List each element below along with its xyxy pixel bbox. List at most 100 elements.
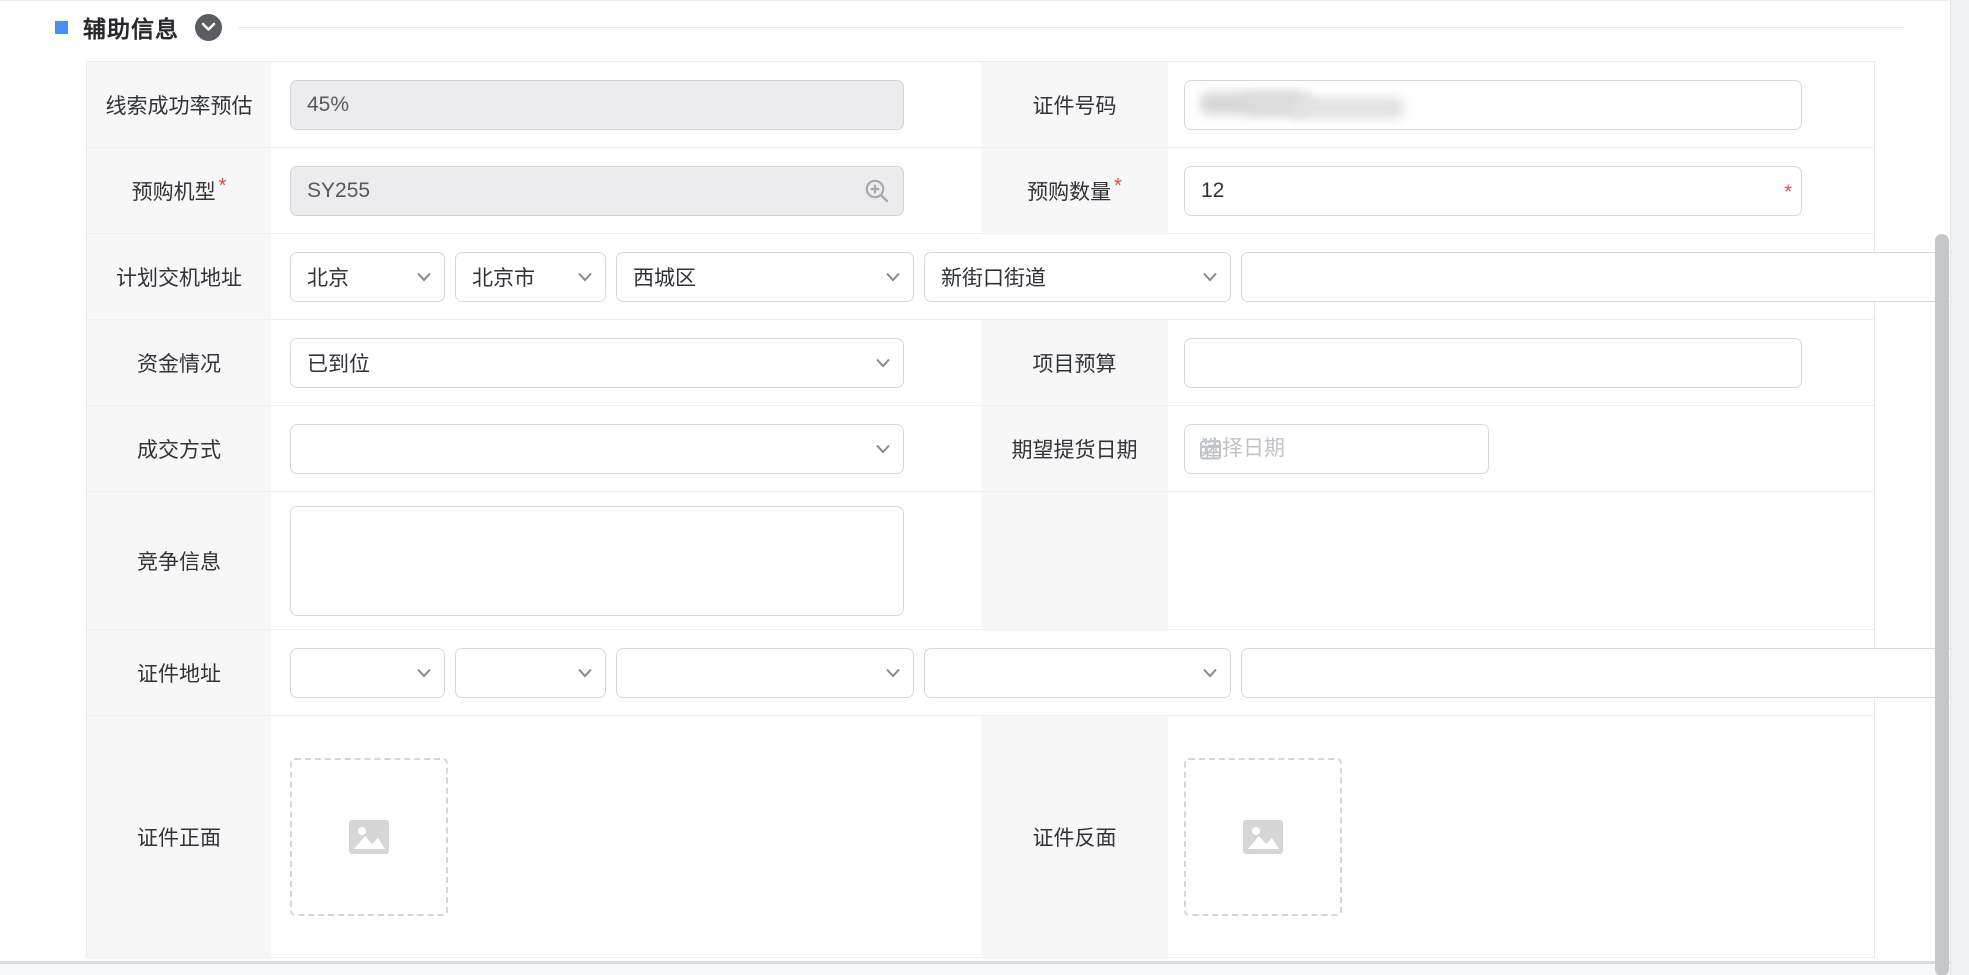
field-content [271, 148, 981, 233]
clue-success-rate-input[interactable] [290, 80, 904, 130]
chevron-down-icon [885, 272, 901, 282]
chevron-down-icon [885, 668, 901, 678]
field-content: * [1168, 148, 1874, 233]
id-address-province-select[interactable] [290, 648, 445, 698]
funding-select[interactable]: 已到位 [290, 338, 904, 388]
field-label-pickup-date: 期望提货日期 [981, 406, 1168, 491]
select-value: 北京 [307, 262, 349, 292]
right-gutter [1950, 1, 1969, 975]
section-title: 辅助信息 [83, 10, 179, 44]
field-label-funding: 资金情况 [87, 320, 271, 405]
delivery-district-select[interactable]: 西城区 [616, 252, 914, 302]
field-content: 北京 北京市 西城区 新街口街道 [271, 234, 1874, 319]
inline-required-asterisk: * [1784, 181, 1792, 204]
field-label-delivery-address: 计划交机地址 [87, 234, 271, 319]
field-label-project-budget: 项目预算 [981, 320, 1168, 405]
select-value: 西城区 [633, 262, 696, 292]
zoom-in-magnifier-icon[interactable] [862, 176, 892, 206]
label-text: 期望提货日期 [1012, 434, 1138, 464]
chevron-down-icon [577, 668, 593, 678]
required-asterisk: * [1114, 175, 1122, 198]
select-value: 北京市 [472, 262, 535, 292]
project-budget-input[interactable] [1184, 338, 1802, 388]
id-address-detail-input[interactable] [1241, 648, 1969, 698]
prebuy-qty-input[interactable] [1184, 166, 1802, 216]
id-back-upload[interactable] [1184, 758, 1342, 916]
image-placeholder-icon [349, 820, 389, 854]
form-row: 预购机型* 预购数量* * [87, 148, 1874, 234]
form-row: 线索成功率预估 证件号码 [87, 62, 1874, 148]
auxiliary-info-panel: 辅助信息 线索成功率预估 证件号码 [0, 0, 1969, 975]
required-asterisk: * [219, 175, 227, 198]
label-text: 证件正面 [137, 822, 221, 852]
delivery-address-detail-input[interactable] [1241, 252, 1969, 302]
field-label-id-front: 证件正面 [87, 716, 271, 957]
field-content: 已到位 [271, 320, 981, 405]
label-text: 证件号码 [1033, 90, 1117, 120]
deal-method-select[interactable] [290, 424, 904, 474]
label-text: 资金情况 [137, 348, 221, 378]
header-divider [238, 27, 1905, 28]
image-placeholder-icon [1243, 820, 1283, 854]
field-label-id-address: 证件地址 [87, 630, 271, 715]
section-header: 辅助信息 [55, 3, 1905, 51]
field-content [1168, 320, 1874, 405]
id-address-city-select[interactable] [455, 648, 606, 698]
chevron-down-icon [875, 358, 891, 368]
field-label-competition-info: 竞争信息 [87, 492, 271, 629]
chevron-down-icon [875, 444, 891, 454]
field-content [271, 62, 981, 147]
field-label-clue-success-rate: 线索成功率预估 [87, 62, 271, 147]
label-text: 计划交机地址 [116, 262, 242, 292]
form-row: 资金情况 已到位 项目预算 [87, 320, 1874, 406]
field-content [271, 630, 1874, 715]
form-table: 线索成功率预估 证件号码 预购机型* [86, 61, 1875, 958]
label-text: 项目预算 [1033, 348, 1117, 378]
form-row: 计划交机地址 北京 北京市 西城区 新街口街道 [87, 234, 1874, 320]
field-label-id-back: 证件反面 [981, 716, 1168, 957]
label-text: 预购数量 [1027, 176, 1111, 206]
field-label-id-number: 证件号码 [981, 62, 1168, 147]
delivery-city-select[interactable]: 北京市 [455, 252, 606, 302]
id-front-upload[interactable] [290, 758, 448, 916]
field-label-deal-method: 成交方式 [87, 406, 271, 491]
section-marker-icon [55, 21, 68, 34]
collapse-section-button[interactable] [195, 14, 222, 41]
field-content [1168, 406, 1874, 491]
form-row: 竞争信息 [87, 492, 1874, 630]
chevron-down-icon [416, 272, 432, 282]
delivery-street-select[interactable]: 新街口街道 [924, 252, 1231, 302]
vertical-scrollbar-thumb[interactable] [1935, 234, 1949, 975]
field-label-prebuy-qty: 预购数量* [981, 148, 1168, 233]
redacted-value-blur [1292, 97, 1404, 119]
label-text: 竞争信息 [137, 546, 221, 576]
empty-content-cell [1168, 492, 1874, 629]
id-address-district-select[interactable] [616, 648, 914, 698]
form-row: 成交方式 期望提货日期 [87, 406, 1874, 492]
label-text: 成交方式 [137, 434, 221, 464]
expected-pickup-date-input[interactable] [1184, 424, 1489, 474]
field-content [1168, 62, 1874, 147]
label-text: 证件反面 [1033, 822, 1117, 852]
field-content [1168, 716, 1874, 957]
prebuy-model-input[interactable] [290, 166, 904, 216]
field-label-prebuy-model: 预购机型* [87, 148, 271, 233]
below-card-area [0, 964, 1950, 975]
chevron-down-icon [416, 668, 432, 678]
chevron-down-icon [1202, 272, 1218, 282]
calendar-icon [1198, 436, 1223, 461]
delivery-province-select[interactable]: 北京 [290, 252, 445, 302]
chevron-down-icon [1202, 668, 1218, 678]
label-text: 线索成功率预估 [106, 90, 253, 120]
chevron-down-icon [201, 22, 216, 32]
field-content [271, 716, 981, 957]
chevron-down-icon [577, 272, 593, 282]
competition-info-textarea[interactable] [290, 506, 904, 616]
empty-label-cell [981, 492, 1168, 629]
label-text: 证件地址 [137, 658, 221, 688]
form-row: 证件地址 [87, 630, 1874, 716]
label-text: 预购机型 [132, 176, 216, 206]
id-address-street-select[interactable] [924, 648, 1231, 698]
field-content [271, 406, 981, 491]
select-value: 新街口街道 [941, 262, 1046, 292]
